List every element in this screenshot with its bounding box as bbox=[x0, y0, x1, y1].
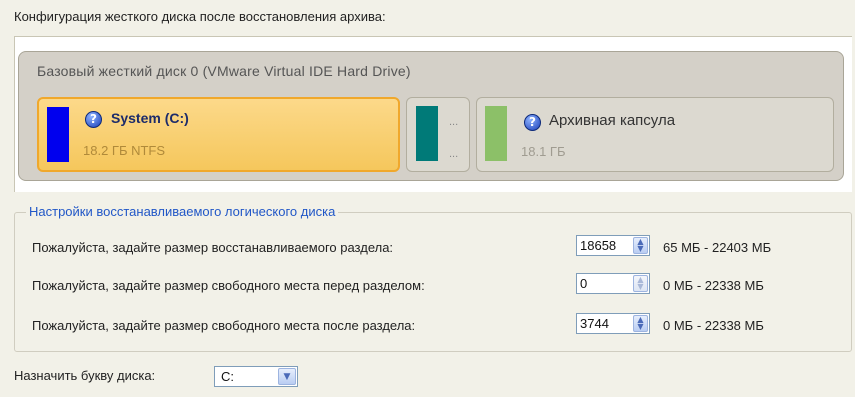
partition-name: Архивная капсула bbox=[549, 112, 676, 129]
drive-letter-label: Назначить букву диска: bbox=[14, 368, 156, 383]
chevron-down-icon[interactable]: ▼ bbox=[278, 368, 296, 385]
spin-arrows-icon[interactable]: ▲ ▼ bbox=[633, 275, 648, 292]
disk-title: Базовый жесткий диск 0 (VMware Virtual I… bbox=[37, 63, 411, 79]
partition-size: 18.1 ГБ bbox=[521, 144, 566, 159]
partition-size-spinner[interactable]: 18658 ▲ ▼ bbox=[576, 235, 650, 256]
space-before-range: 0 МБ - 22338 МБ bbox=[663, 278, 764, 293]
spinner-value[interactable]: 18658 bbox=[580, 238, 616, 253]
partition-color-bar bbox=[416, 106, 438, 161]
space-after-label: Пожалуйста, задайте размер свободного ме… bbox=[32, 318, 416, 333]
partition-size-label: Пожалуйста, задайте размер восстанавлива… bbox=[32, 240, 394, 255]
settings-group-title: Настройки восстанавливаемого логического… bbox=[26, 204, 339, 219]
drive-letter-select[interactable]: C: ▼ bbox=[214, 366, 298, 387]
page-title: Конфигурация жесткого диска после восста… bbox=[14, 9, 386, 24]
partition-name-ellipsis: ... bbox=[449, 116, 459, 128]
partition-color-bar bbox=[47, 107, 69, 162]
spinner-value[interactable]: 0 bbox=[580, 276, 587, 291]
help-icon[interactable]: ? bbox=[524, 114, 541, 131]
partition-size-range: 65 МБ - 22403 МБ bbox=[663, 240, 772, 255]
space-after-spinner[interactable]: 3744 ▲ ▼ bbox=[576, 313, 650, 334]
spin-arrows-icon[interactable]: ▲ ▼ bbox=[633, 315, 648, 332]
spin-arrows-icon[interactable]: ▲ ▼ bbox=[633, 237, 648, 254]
partition-system[interactable]: ? System (C:) 18.2 ГБ NTFS bbox=[37, 97, 400, 172]
space-before-label: Пожалуйста, задайте размер свободного ме… bbox=[32, 278, 425, 293]
spinner-value[interactable]: 3744 bbox=[580, 316, 609, 331]
partition-name: System (C:) bbox=[111, 110, 189, 126]
partition-color-bar bbox=[485, 106, 507, 161]
space-after-range: 0 МБ - 22338 МБ bbox=[663, 318, 764, 333]
help-icon[interactable]: ? bbox=[85, 111, 102, 128]
partition-archive-capsule[interactable]: ? Архивная капсула 18.1 ГБ bbox=[476, 97, 834, 172]
partition-unallocated[interactable]: ... ... bbox=[406, 97, 470, 172]
drive-letter-value[interactable]: C: bbox=[221, 369, 234, 384]
space-before-spinner[interactable]: 0 ▲ ▼ bbox=[576, 273, 650, 294]
partition-size: 18.2 ГБ NTFS bbox=[83, 143, 166, 158]
partition-size-ellipsis: ... bbox=[449, 148, 459, 160]
